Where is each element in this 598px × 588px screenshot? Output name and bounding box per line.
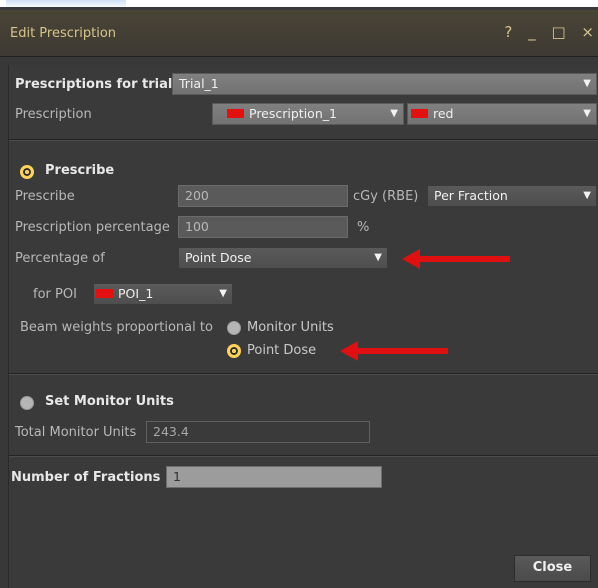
trial-value: Trial_1 [179, 76, 219, 91]
window-controls: ? _ □ × [493, 23, 594, 41]
chevron-down-icon: ▼ [583, 190, 591, 201]
annotation-arrow-icon [402, 249, 510, 269]
point-dose-radio[interactable] [227, 344, 241, 358]
dialog-body: Prescriptions for trial Trial_1 ▼ Prescr… [8, 65, 598, 588]
desktop-strip [0, 0, 598, 10]
prescribe-label: Prescribe [15, 189, 75, 204]
percentage-of-value: Point Dose [185, 250, 252, 265]
prescription-percentage-input[interactable]: 100 [178, 216, 348, 238]
close-button[interactable]: Close [514, 555, 591, 582]
background-window-fragment [6, 0, 126, 7]
total-monitor-units-label: Total Monitor Units [15, 425, 137, 440]
number-of-fractions-label: Number of Fractions [11, 470, 161, 485]
point-dose-option-label: Point Dose [247, 343, 317, 358]
color-swatch [411, 109, 428, 118]
prescription-name: Prescription_1 [249, 106, 337, 121]
chevron-down-icon: ▼ [374, 252, 382, 263]
trial-label: Prescriptions for trial [15, 77, 173, 92]
poi-select[interactable]: POI_1 ▼ [93, 283, 233, 305]
poi-label: for POI [33, 287, 77, 302]
per-fraction-value: Per Fraction [434, 188, 508, 203]
maximize-icon[interactable]: □ [551, 23, 565, 41]
percentage-of-label: Percentage of [15, 251, 105, 266]
prescription-color-name: red [433, 106, 454, 121]
chevron-down-icon: ▼ [219, 288, 227, 299]
prescribe-dose-input[interactable]: 200 [178, 185, 348, 207]
annotation-arrow-icon [340, 341, 448, 361]
set-monitor-units-label: Set Monitor Units [45, 394, 174, 409]
prescription-label: Prescription [15, 107, 92, 122]
edit-prescription-dialog: Edit Prescription ? _ □ × Prescriptions … [0, 10, 598, 588]
monitor-units-option-label: Monitor Units [247, 320, 334, 335]
monitor-units-radio[interactable] [227, 321, 241, 335]
divider-highlight [9, 140, 598, 141]
poi-value: POI_1 [118, 286, 154, 301]
beam-weights-label: Beam weights proportional to [20, 320, 213, 335]
chevron-down-icon: ▼ [583, 78, 591, 89]
help-icon[interactable]: ? [504, 23, 512, 41]
title-bar: Edit Prescription ? _ □ × [0, 10, 598, 57]
set-monitor-units-radio[interactable] [20, 396, 34, 410]
prescribe-radio[interactable] [20, 165, 34, 179]
prescription-color-select[interactable]: red ▼ [407, 103, 597, 125]
per-fraction-select[interactable]: Per Fraction ▼ [427, 185, 597, 207]
chevron-down-icon: ▼ [390, 108, 398, 119]
trial-select[interactable]: Trial_1 ▼ [172, 73, 597, 95]
divider-highlight [9, 374, 598, 375]
prescription-percentage-label: Prescription percentage [15, 220, 170, 235]
prescription-color-swatch [227, 109, 244, 118]
dialog-title: Edit Prescription [10, 26, 117, 41]
prescription-select[interactable]: Prescription_1 ▼ [212, 103, 404, 125]
poi-color-swatch [96, 289, 113, 298]
percent-sign: % [357, 220, 370, 235]
number-of-fractions-input[interactable]: 1 [166, 466, 382, 488]
close-icon[interactable]: × [581, 23, 594, 41]
percentage-of-select[interactable]: Point Dose ▼ [178, 247, 388, 269]
minimize-icon[interactable]: _ [528, 23, 536, 41]
prescribe-radio-label: Prescribe [45, 163, 115, 178]
total-monitor-units-input[interactable]: 243.4 [146, 421, 370, 443]
divider-highlight [9, 456, 598, 457]
dose-unit-label: cGy (RBE) [353, 189, 419, 204]
chevron-down-icon: ▼ [583, 108, 591, 119]
